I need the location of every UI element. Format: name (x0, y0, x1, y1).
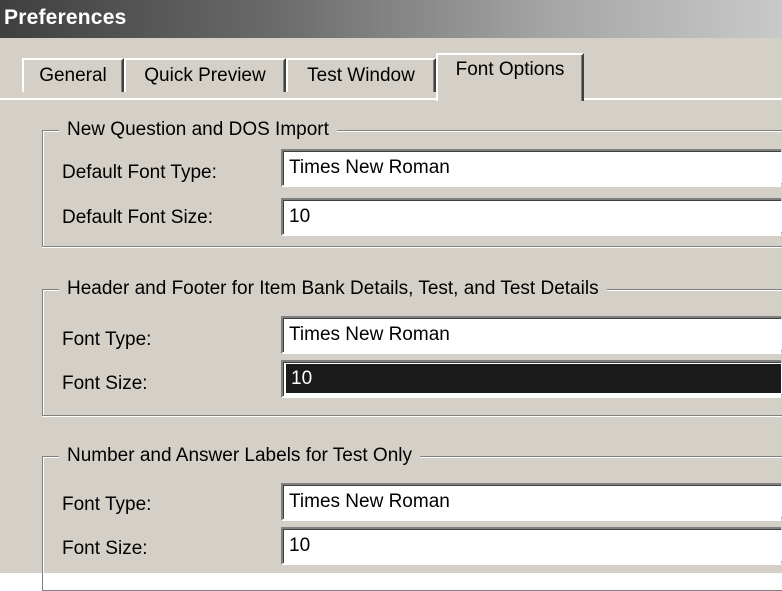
tab-test-window-label: Test Window (307, 65, 415, 86)
tab-font-options[interactable]: Font Options (436, 53, 584, 101)
header-footer-font-type-select[interactable]: Times New Roman (281, 316, 782, 354)
preferences-dialog: Preferences General Quick Preview Test W… (0, 0, 782, 591)
font-options-panel: New Question and DOS Import Default Font… (0, 98, 782, 591)
labels-font-type-value: Times New Roman (289, 491, 450, 512)
default-font-size-select[interactable]: 10 (281, 198, 782, 236)
default-font-type-label: Default Font Type: (62, 162, 217, 183)
header-footer-font-size-select[interactable]: 10 (281, 360, 782, 398)
tab-strip: General Quick Preview Test Window Font O… (0, 38, 782, 102)
tab-test-window[interactable]: Test Window (286, 58, 436, 92)
group-new-question-dos-import: New Question and DOS Import Default Font… (42, 118, 782, 247)
default-font-size-label: Default Font Size: (62, 207, 214, 228)
window-title: Preferences (4, 6, 127, 29)
group-title: Number and Answer Labels for Test Only (59, 444, 420, 468)
tab-font-options-label: Font Options (455, 59, 565, 80)
default-font-type-select[interactable]: Times New Roman (281, 149, 782, 187)
tab-quick-preview[interactable]: Quick Preview (124, 58, 286, 92)
group-header-footer: Header and Footer for Item Bank Details,… (42, 277, 782, 416)
tab-quick-preview-label: Quick Preview (144, 65, 266, 86)
header-footer-font-size-value: 10 (291, 368, 313, 389)
labels-font-type-select[interactable]: Times New Roman (281, 483, 782, 521)
default-font-size-value: 10 (289, 206, 311, 227)
header-footer-font-size-label: Font Size: (62, 373, 148, 394)
group-title: New Question and DOS Import (59, 118, 337, 142)
selection-highlight (286, 364, 781, 393)
title-bar[interactable]: Preferences (0, 0, 782, 38)
group-number-answer-labels: Number and Answer Labels for Test Only F… (42, 444, 782, 591)
tab-general[interactable]: General (22, 58, 124, 92)
labels-font-size-label: Font Size: (62, 538, 148, 559)
default-font-type-value: Times New Roman (289, 157, 450, 178)
tab-general-label: General (39, 65, 107, 86)
labels-font-size-value: 10 (289, 535, 311, 556)
labels-font-type-label: Font Type: (62, 494, 152, 515)
labels-font-size-select[interactable]: 10 (281, 527, 782, 565)
group-title: Header and Footer for Item Bank Details,… (59, 277, 607, 301)
header-footer-font-type-label: Font Type: (62, 329, 152, 350)
header-footer-font-type-value: Times New Roman (289, 324, 450, 345)
